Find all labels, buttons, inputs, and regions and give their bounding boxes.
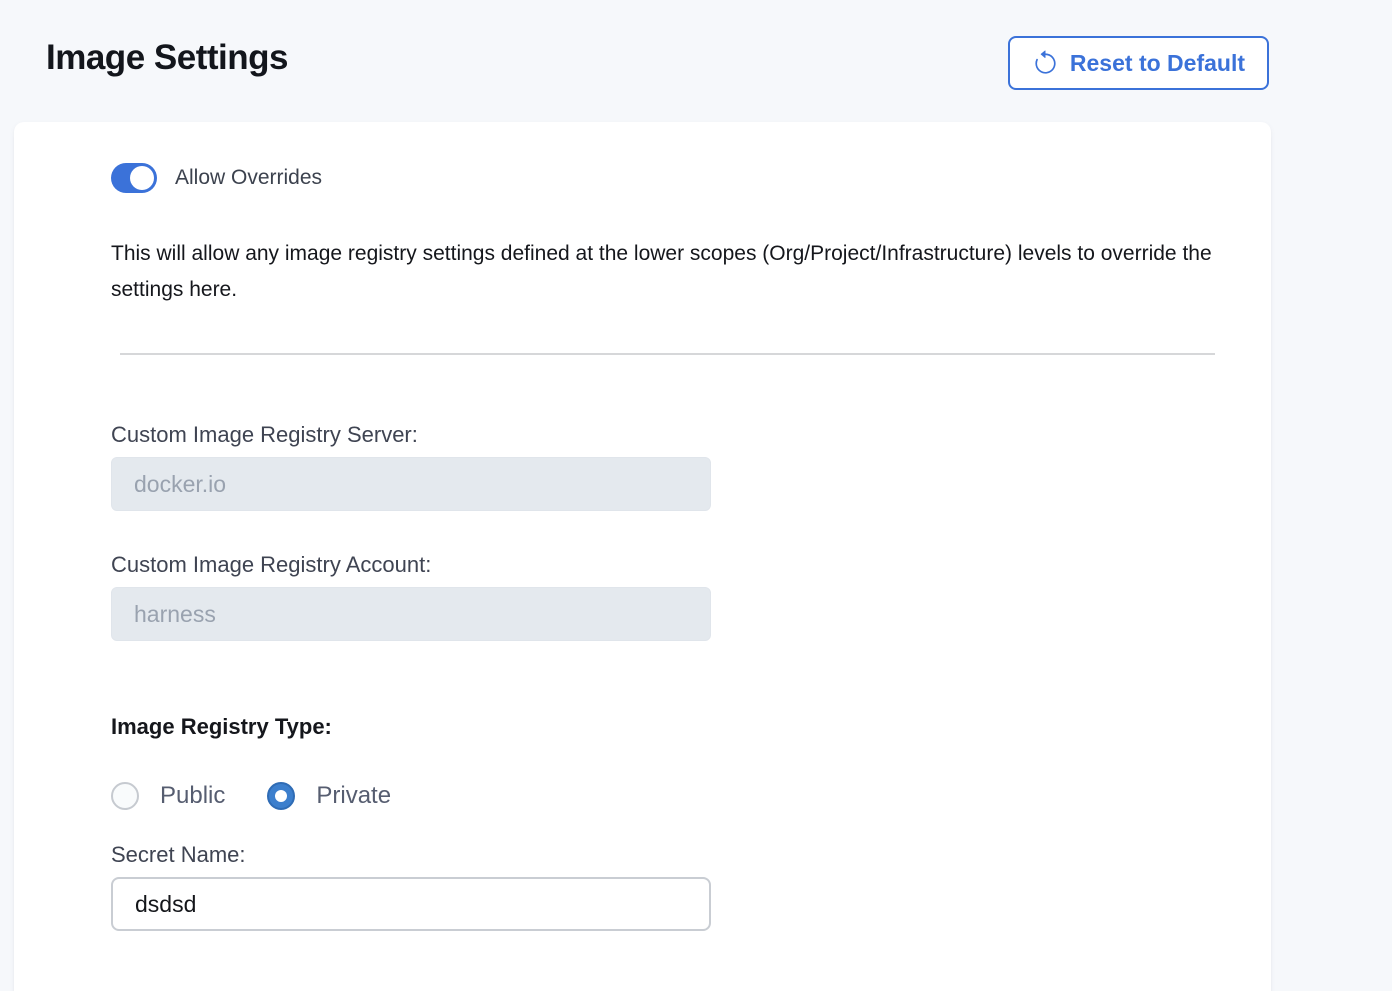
radio-option-private[interactable]: Private <box>267 782 391 810</box>
radio-public-icon[interactable] <box>111 782 139 810</box>
radio-option-public[interactable]: Public <box>111 782 225 810</box>
reset-counterclockwise-icon <box>1032 50 1059 77</box>
allow-overrides-row: Allow Overrides <box>111 163 1219 193</box>
registry-account-label: Custom Image Registry Account: <box>111 552 1219 578</box>
settings-card-content: Allow Overrides This will allow any imag… <box>14 122 1271 991</box>
radio-private-label: Private <box>316 782 391 810</box>
registry-server-label: Custom Image Registry Server: <box>111 422 1219 448</box>
allow-overrides-label: Allow Overrides <box>175 166 322 190</box>
secret-name-label: Secret Name: <box>111 842 1219 868</box>
overrides-description: This will allow any image registry setti… <box>111 236 1219 308</box>
radio-private-icon[interactable] <box>267 782 295 810</box>
reset-to-default-button[interactable]: Reset to Default <box>1008 36 1269 90</box>
section-divider <box>120 353 1215 355</box>
radio-private-dot <box>275 790 287 802</box>
registry-type-label: Image Registry Type: <box>111 714 1219 740</box>
settings-card: Allow Overrides This will allow any imag… <box>14 122 1271 991</box>
allow-overrides-toggle[interactable] <box>111 163 157 193</box>
registry-account-input <box>111 587 711 641</box>
page-header: Image Settings Reset to Default <box>0 0 1392 122</box>
page-title: Image Settings <box>46 36 288 80</box>
registry-server-input <box>111 457 711 511</box>
reset-button-label: Reset to Default <box>1070 50 1245 77</box>
toggle-knob <box>130 166 154 190</box>
radio-public-label: Public <box>160 782 225 810</box>
registry-type-radio-group: Public Private <box>111 782 1219 810</box>
secret-name-input[interactable] <box>111 877 711 931</box>
